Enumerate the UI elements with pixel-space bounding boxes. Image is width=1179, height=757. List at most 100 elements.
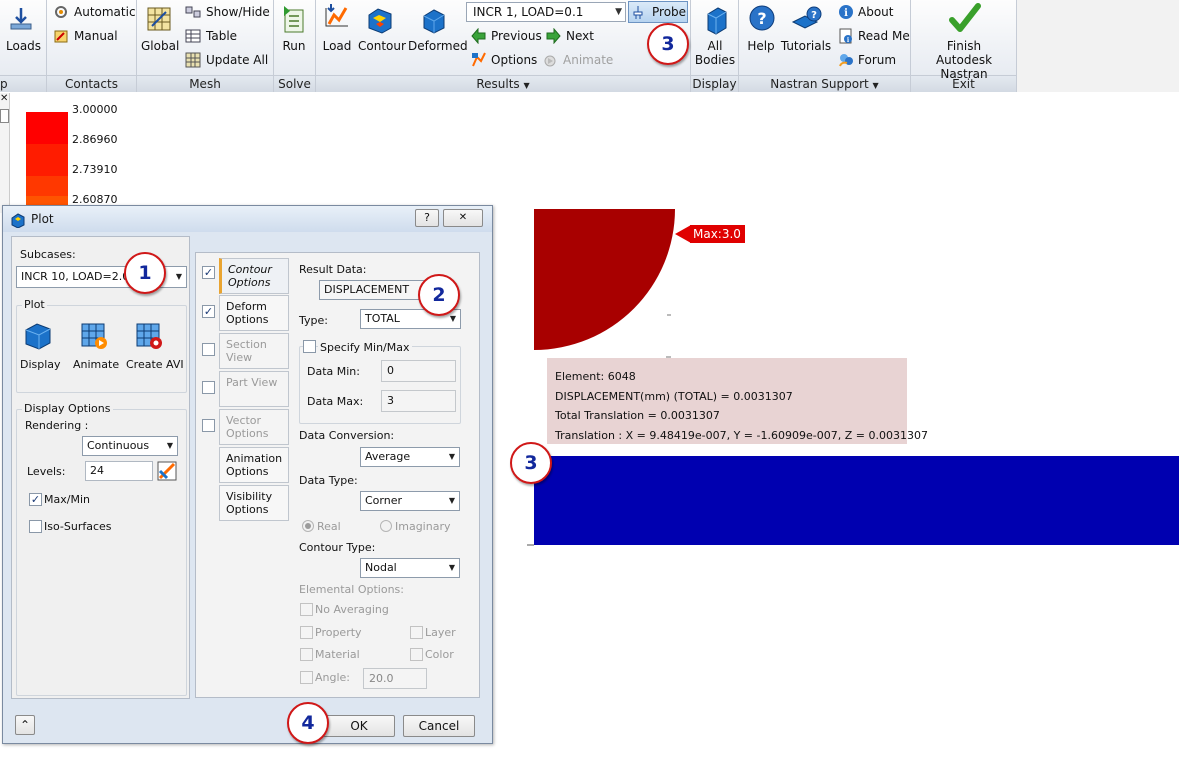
data-max-input[interactable]: 3 xyxy=(381,390,456,412)
about-button[interactable]: About xyxy=(858,4,893,20)
tab-visibility-options[interactable]: Visibility Options xyxy=(219,485,289,521)
no-averaging-checkbox[interactable] xyxy=(300,603,313,616)
help-button[interactable]: ? xyxy=(415,209,439,227)
options-button[interactable]: Options xyxy=(491,52,537,68)
rendering-dropdown[interactable]: Continuous ▼ xyxy=(82,436,178,456)
plot-section-label: Plot xyxy=(22,298,47,311)
chevron-down-icon: ▼ xyxy=(615,7,622,17)
angle-input[interactable]: 20.0 xyxy=(363,668,427,689)
group-label: Contacts xyxy=(47,75,136,92)
material-checkbox[interactable] xyxy=(300,648,313,661)
subcase-select[interactable]: INCR 1, LOAD=0.1 ▼ xyxy=(466,2,626,22)
color-checkbox[interactable] xyxy=(410,648,423,661)
layer-checkbox[interactable] xyxy=(410,626,423,639)
result-data-label: Result Data: xyxy=(299,263,367,276)
vector-options-checkbox[interactable] xyxy=(202,419,215,432)
load-button[interactable]: Load xyxy=(321,39,353,53)
tab-contour-options[interactable]: Contour Options xyxy=(219,258,289,294)
levels-input[interactable]: 24 xyxy=(85,461,153,481)
angle-label: Angle: xyxy=(315,671,351,684)
probe-translation: Translation : X = 9.48419e-007, Y = -1.6… xyxy=(555,429,928,442)
plot-dialog-icon xyxy=(11,213,25,228)
loads-button[interactable]: Loads xyxy=(6,39,41,53)
data-min-input[interactable]: 0 xyxy=(381,360,456,382)
group-label[interactable]: Nastran Support ▼ xyxy=(739,75,910,92)
specify-minmax-checkbox[interactable] xyxy=(303,340,316,353)
data-type-dropdown[interactable]: Corner ▼ xyxy=(360,491,460,511)
all-bodies-button[interactable]: All Bodies xyxy=(694,39,736,67)
finish-button[interactable]: Finish Autodesk Nastran xyxy=(914,39,1014,81)
property-checkbox[interactable] xyxy=(300,626,313,639)
animate-button[interactable]: Animate xyxy=(563,52,613,68)
create-avi-button[interactable]: Create AVI xyxy=(126,358,184,371)
data-min-label: Data Min: xyxy=(307,365,360,378)
max-min-checkbox[interactable]: ✓ xyxy=(29,493,42,506)
previous-button[interactable]: Previous xyxy=(491,28,542,44)
contour-options-checkbox[interactable]: ✓ xyxy=(202,266,215,279)
section-view-checkbox[interactable] xyxy=(202,343,215,356)
next-button[interactable]: Next xyxy=(566,28,594,44)
svg-text:?: ? xyxy=(757,9,766,28)
help-button[interactable]: Help xyxy=(744,39,778,53)
angle-checkbox[interactable] xyxy=(300,671,313,684)
show-hide-button[interactable]: Show/Hide xyxy=(206,4,270,20)
finish-checkmark-icon xyxy=(949,3,981,32)
read-me-button[interactable]: Read Me xyxy=(858,28,910,44)
subcases-label: Subcases: xyxy=(20,248,76,261)
update-all-button[interactable]: Update All xyxy=(206,52,268,68)
dialog-title: Plot xyxy=(31,212,54,226)
cancel-button[interactable]: Cancel xyxy=(403,715,475,737)
next-arrow-icon xyxy=(546,28,561,44)
probe-info-box: Element: 6048 DISPLACEMENT(mm) (TOTAL) =… xyxy=(547,358,928,444)
data-conversion-label: Data Conversion: xyxy=(299,429,395,442)
results-group-label: Results xyxy=(476,77,520,91)
close-icon[interactable]: ✕ xyxy=(0,93,8,104)
type-label: Type: xyxy=(299,314,328,327)
deform-options-checkbox[interactable]: ✓ xyxy=(202,305,215,318)
scrollbar-arrow[interactable] xyxy=(0,109,9,123)
deformed-button[interactable]: Deformed xyxy=(408,39,468,53)
real-radio[interactable] xyxy=(302,520,314,532)
collapse-button[interactable]: ⌃ xyxy=(15,715,35,735)
about-icon: i xyxy=(839,5,853,19)
table-button[interactable]: Table xyxy=(206,28,237,44)
dialog-close-button[interactable]: ✕ xyxy=(443,209,483,227)
callout-1: 1 xyxy=(124,252,166,294)
manual-button[interactable]: Manual xyxy=(74,28,118,44)
load-results-icon xyxy=(325,4,348,27)
ok-button[interactable]: OK xyxy=(323,715,395,737)
tab-animation-options[interactable]: Animation Options xyxy=(219,447,289,483)
global-button[interactable]: Global xyxy=(141,39,179,53)
model-viewport[interactable]: Max:3.0 Element: 6048 DISPLACEMENT(mm) (… xyxy=(493,93,1179,757)
animate-button[interactable]: Animate xyxy=(73,358,119,371)
display-button[interactable]: Display xyxy=(20,358,61,371)
tab-vector-options[interactable]: Vector Options xyxy=(219,409,289,445)
part-view-checkbox[interactable] xyxy=(202,381,215,394)
iso-surfaces-checkbox[interactable] xyxy=(29,520,42,533)
tab-part-view[interactable]: Part View xyxy=(219,371,289,407)
levels-color-icon[interactable] xyxy=(157,461,177,481)
contour-button[interactable]: Contour xyxy=(358,39,406,53)
chevron-down-icon: ▼ xyxy=(166,441,174,450)
tab-deform-options[interactable]: Deform Options xyxy=(219,295,289,331)
min-max-section xyxy=(299,346,461,424)
group-label: Solve xyxy=(274,75,315,92)
run-button[interactable]: Run xyxy=(278,39,310,53)
undeformed-bar xyxy=(534,456,1179,545)
group-label[interactable]: Results ▼ xyxy=(316,75,690,92)
global-mesh-icon xyxy=(147,7,171,31)
data-conversion-dropdown[interactable]: Average ▼ xyxy=(360,447,460,467)
imaginary-radio[interactable] xyxy=(380,520,392,532)
dialog-titlebar[interactable]: Plot ? ✕ xyxy=(3,206,492,232)
tab-section-view[interactable]: Section View xyxy=(219,333,289,369)
tutorials-button[interactable]: Tutorials xyxy=(780,39,832,53)
contour-type-label: Contour Type: xyxy=(299,541,376,554)
contour-type-dropdown[interactable]: Nodal ▼ xyxy=(360,558,460,578)
automatic-button[interactable]: Automatic xyxy=(74,4,136,20)
probe-button[interactable]: Probe xyxy=(628,1,688,23)
property-label: Property xyxy=(315,626,362,639)
result-data-field[interactable]: DISPLACEMENT xyxy=(319,280,427,300)
all-bodies-line1: All xyxy=(707,39,723,53)
layer-label: Layer xyxy=(425,626,456,639)
forum-button[interactable]: Forum xyxy=(858,52,896,68)
